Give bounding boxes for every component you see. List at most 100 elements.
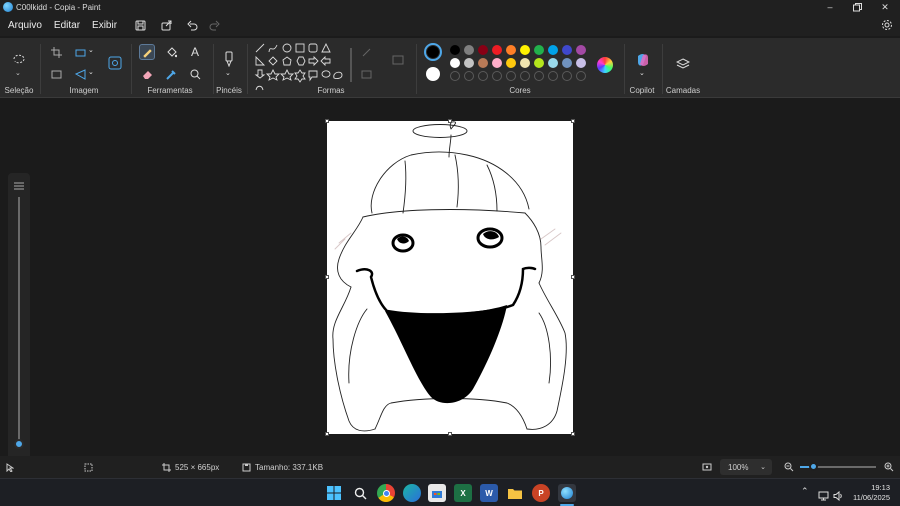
resize-handle-bottom-right[interactable]	[571, 432, 575, 436]
minimize-button[interactable]: –	[816, 0, 844, 14]
color-swatch[interactable]	[534, 58, 544, 68]
custom-color-slot[interactable]	[562, 71, 572, 81]
file-explorer-taskbar-icon[interactable]	[506, 484, 524, 502]
menu-file[interactable]: Arquivo	[4, 20, 46, 31]
resize-handle-right[interactable]	[571, 275, 575, 279]
zoom-in-button[interactable]	[884, 456, 894, 478]
settings-button[interactable]	[878, 16, 896, 34]
paint-taskbar-icon[interactable]	[558, 484, 576, 502]
vertical-zoom-knob[interactable]	[14, 439, 24, 449]
custom-color-slot[interactable]	[506, 71, 516, 81]
resize-handle-top-right[interactable]	[571, 119, 575, 123]
custom-color-slot[interactable]	[534, 71, 544, 81]
color-swatch[interactable]	[576, 45, 586, 55]
custom-color-slot[interactable]	[576, 71, 586, 81]
restore-button[interactable]	[843, 0, 871, 14]
save-button[interactable]	[131, 16, 149, 34]
secondary-color-button[interactable]	[426, 67, 440, 81]
color-swatch[interactable]	[548, 45, 558, 55]
zoom-level-dropdown[interactable]: 100% ⌄	[720, 459, 772, 475]
resize-handle-top[interactable]	[448, 119, 452, 123]
share-button[interactable]	[157, 16, 175, 34]
resize-dropdown-icon[interactable]: ⌄	[88, 46, 94, 54]
zoom-slider-knob[interactable]	[809, 462, 818, 471]
custom-color-slot[interactable]	[478, 71, 488, 81]
image-effects-button[interactable]	[106, 54, 124, 72]
flip-dropdown-icon[interactable]: ⌄	[88, 68, 94, 76]
start-button[interactable]	[325, 484, 343, 502]
shape-fill-button[interactable]	[358, 66, 374, 82]
volume-button[interactable]	[833, 488, 844, 506]
fill-tool[interactable]	[163, 44, 179, 60]
store-taskbar-icon[interactable]	[428, 484, 446, 502]
color-swatch[interactable]	[450, 58, 460, 68]
zoom-out-button[interactable]	[784, 456, 794, 478]
color-swatch[interactable]	[576, 58, 586, 68]
drawing-canvas[interactable]	[327, 121, 573, 434]
edit-colors-button[interactable]	[597, 57, 613, 73]
selection-tool[interactable]	[10, 50, 28, 68]
color-swatch[interactable]	[520, 45, 530, 55]
custom-color-slot[interactable]	[492, 71, 502, 81]
vertical-zoom-track[interactable]	[18, 197, 20, 443]
undo-button[interactable]	[183, 16, 201, 34]
color-swatch[interactable]	[548, 58, 558, 68]
color-swatch[interactable]	[464, 58, 474, 68]
resize-button[interactable]	[72, 44, 88, 60]
color-picker-tool[interactable]	[163, 66, 179, 82]
custom-color-slot[interactable]	[548, 71, 558, 81]
redo-button[interactable]	[205, 16, 223, 34]
selection-dropdown-icon[interactable]: ⌄	[15, 69, 21, 77]
color-swatch[interactable]	[450, 45, 460, 55]
chevron-up-icon[interactable]: ⌃	[801, 486, 809, 497]
system-clock[interactable]: 19:13 11/06/2025	[853, 483, 890, 503]
powerpoint-taskbar-icon[interactable]: P	[532, 484, 550, 502]
shapes-gallery[interactable]	[254, 42, 350, 92]
magnifier-tool[interactable]	[187, 66, 203, 82]
custom-color-slot[interactable]	[520, 71, 530, 81]
color-swatch[interactable]	[534, 45, 544, 55]
word-taskbar-icon[interactable]: W	[480, 484, 498, 502]
color-swatch[interactable]	[492, 58, 502, 68]
color-swatch[interactable]	[562, 58, 572, 68]
color-swatch[interactable]	[478, 45, 488, 55]
color-swatch[interactable]	[506, 45, 516, 55]
color-swatch[interactable]	[492, 45, 502, 55]
resize-handle-top-left[interactable]	[325, 119, 329, 123]
menu-edit[interactable]: Editar	[50, 20, 84, 31]
image-select-button[interactable]	[48, 66, 64, 82]
close-button[interactable]: ✕	[871, 0, 899, 14]
brushes-dropdown-icon[interactable]: ⌄	[225, 69, 231, 77]
copilot-dropdown-icon[interactable]: ⌄	[639, 69, 645, 77]
resize-handle-bottom[interactable]	[448, 432, 452, 436]
crop-button[interactable]	[48, 44, 64, 60]
menu-view[interactable]: Exibir	[88, 20, 121, 31]
heart-shape-icon	[255, 85, 264, 91]
brushes-button[interactable]	[220, 50, 238, 68]
eraser-tool[interactable]	[139, 66, 155, 82]
chrome-taskbar-icon[interactable]	[377, 484, 395, 502]
copilot-button[interactable]	[634, 51, 652, 69]
shape-outline-button[interactable]	[358, 44, 374, 60]
resize-handle-bottom-left[interactable]	[325, 432, 329, 436]
edge-taskbar-icon[interactable]	[403, 484, 421, 502]
search-button[interactable]	[351, 484, 369, 502]
pencil-tool[interactable]	[139, 44, 155, 60]
custom-color-slot[interactable]	[450, 71, 460, 81]
resize-handle-left[interactable]	[325, 275, 329, 279]
fit-to-window-button[interactable]	[702, 456, 712, 478]
flip-button[interactable]	[72, 66, 88, 82]
text-tool[interactable]: A	[187, 44, 203, 60]
custom-color-slot[interactable]	[464, 71, 474, 81]
network-button[interactable]	[818, 488, 829, 506]
color-swatch[interactable]	[478, 58, 488, 68]
stroke-size-button[interactable]	[390, 52, 406, 68]
primary-color-button[interactable]	[424, 43, 442, 61]
color-swatch[interactable]	[464, 45, 474, 55]
layers-button[interactable]	[674, 55, 692, 73]
excel-taskbar-icon[interactable]: X	[454, 484, 472, 502]
color-swatch[interactable]	[562, 45, 572, 55]
shapes-scrollbar[interactable]	[350, 48, 352, 82]
color-swatch[interactable]	[506, 58, 516, 68]
color-swatch[interactable]	[520, 58, 530, 68]
